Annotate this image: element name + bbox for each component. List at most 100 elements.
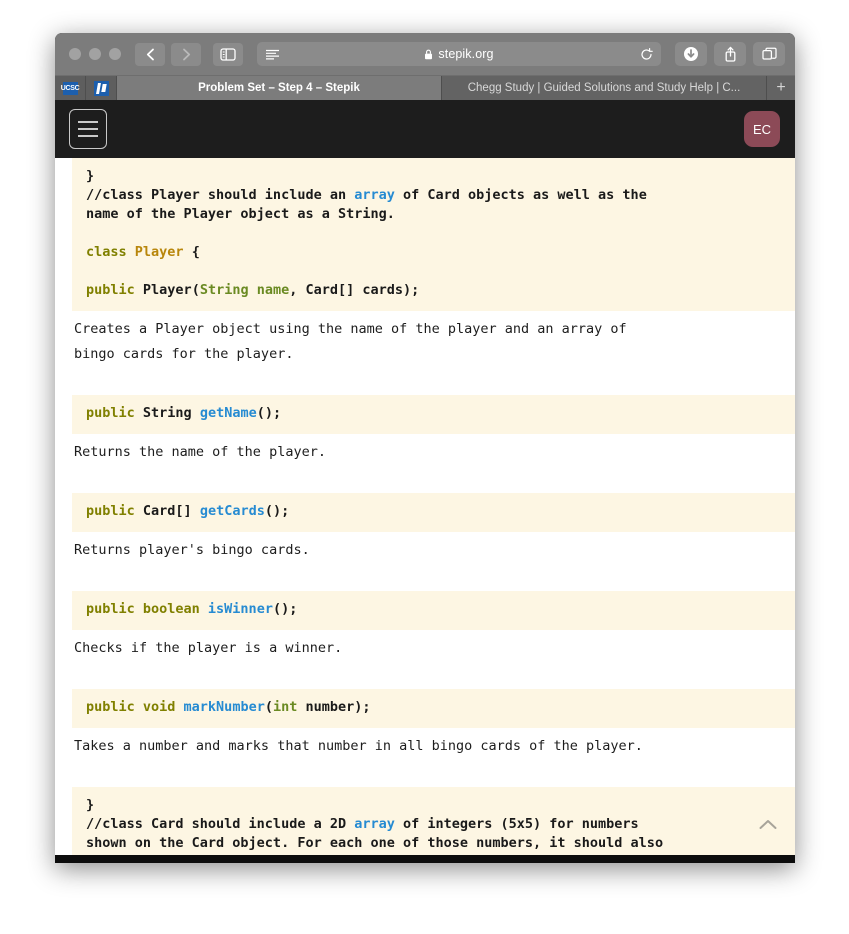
prose-line: Takes a number and marks that number in … xyxy=(74,734,782,759)
code-token: public void xyxy=(86,699,184,715)
get-name-signature-block: public String getName(); xyxy=(72,395,795,434)
hamburger-menu-icon[interactable] xyxy=(69,109,107,149)
block-spacer xyxy=(56,373,795,395)
code-token: of Card objects as well as the xyxy=(395,187,647,203)
reader-view-button[interactable] xyxy=(265,49,280,60)
ucsc-favicon: UCSC xyxy=(63,82,78,95)
block-spacer xyxy=(56,667,795,689)
code-line: //class Card should include a 2D array o… xyxy=(86,815,781,834)
reload-button[interactable] xyxy=(640,48,653,61)
reload-icon xyxy=(640,48,653,61)
code-token: Player xyxy=(135,244,184,260)
chevron-left-icon xyxy=(146,48,155,61)
lock-icon xyxy=(424,49,433,60)
code-token: (); xyxy=(273,601,297,617)
get-cards-description: Returns player's bingo cards. xyxy=(56,532,795,569)
code-token: class xyxy=(86,244,135,260)
code-line xyxy=(86,262,781,281)
code-token: String name xyxy=(200,282,289,298)
mark-number-signature-block: public void markNumber(int number); xyxy=(72,689,795,728)
mark-number-description: Takes a number and marks that number in … xyxy=(56,728,795,765)
share-button[interactable] xyxy=(714,42,746,66)
window-bottom-edge xyxy=(55,855,795,863)
code-line: public boolean isWinner(); xyxy=(86,600,781,619)
code-token: public boolean xyxy=(86,601,208,617)
code-token: Card[] xyxy=(143,503,200,519)
chevron-right-icon xyxy=(182,48,191,61)
address-url-text: stepik.org xyxy=(438,47,493,61)
code-token: ( xyxy=(265,699,273,715)
code-token: String xyxy=(143,405,200,421)
user-avatar[interactable]: EC xyxy=(744,111,780,147)
minimize-window-button[interactable] xyxy=(89,48,101,60)
code-token: name of the Player object as a String. xyxy=(86,206,395,222)
code-token: isWinner xyxy=(208,601,273,617)
tab-bar: UCSC Problem Set – Step 4 – Stepik Chegg… xyxy=(55,76,795,100)
is-winner-signature-block: public boolean isWinner(); xyxy=(72,591,795,630)
tab-overview-button[interactable] xyxy=(753,42,785,66)
sidebar-toggle-icon xyxy=(220,48,236,61)
sidebar-toggle-button[interactable] xyxy=(213,43,243,66)
scroll-to-top-button[interactable] xyxy=(757,813,779,835)
code-line: public String getName(); xyxy=(86,404,781,423)
address-bar-content: stepik.org xyxy=(257,47,661,61)
downloads-button[interactable] xyxy=(675,42,707,66)
hamburger-bar xyxy=(78,128,98,130)
chevron-up-icon xyxy=(759,819,777,830)
code-token: shown on the Card object. For each one o… xyxy=(86,835,663,851)
toolbar-right-buttons xyxy=(675,42,785,66)
download-icon xyxy=(683,46,699,62)
get-name-description: Returns the name of the player. xyxy=(56,434,795,471)
code-line xyxy=(86,224,781,243)
site-header: EC xyxy=(55,100,795,158)
code-token: (); xyxy=(257,405,281,421)
player-constructor-description: Creates a Player object using the name o… xyxy=(56,311,795,373)
content-blocks: }//class Player should include an array … xyxy=(56,158,795,863)
code-token: (); xyxy=(265,503,289,519)
block-spacer xyxy=(56,471,795,493)
code-token: markNumber xyxy=(184,699,265,715)
prose-line: Creates a Player object using the name o… xyxy=(74,317,782,342)
code-line: } xyxy=(86,796,781,815)
maximize-window-button[interactable] xyxy=(109,48,121,60)
code-line: class Player { xyxy=(86,243,781,262)
code-token: public xyxy=(86,282,143,298)
close-window-button[interactable] xyxy=(69,48,81,60)
code-token: int xyxy=(273,699,297,715)
window-traffic-lights[interactable] xyxy=(69,48,121,60)
code-token: , Card[] cards); xyxy=(289,282,419,298)
get-cards-signature-block: public Card[] getCards(); xyxy=(72,493,795,532)
tab-overview-icon xyxy=(762,47,777,62)
code-token: ( xyxy=(192,282,200,298)
code-token: //class Card should include a 2D xyxy=(86,816,354,832)
new-tab-button[interactable]: + xyxy=(767,76,795,100)
page-content[interactable]: }//class Player should include an array … xyxy=(55,158,795,863)
code-token: array xyxy=(354,187,395,203)
prose-line: Returns the name of the player. xyxy=(74,440,782,465)
prose-line: bingo cards for the player. xyxy=(74,342,782,367)
code-line: public Player(String name, Card[] cards)… xyxy=(86,281,781,300)
code-token: public xyxy=(86,405,143,421)
prose-line: Returns player's bingo cards. xyxy=(74,538,782,563)
back-button[interactable] xyxy=(135,43,165,66)
pinned-tab-stepik[interactable] xyxy=(86,76,117,100)
code-token: } xyxy=(86,168,94,184)
code-line: public void markNumber(int number); xyxy=(86,698,781,717)
block-spacer xyxy=(56,569,795,591)
tab-problem-set[interactable]: Problem Set – Step 4 – Stepik xyxy=(117,76,442,100)
hamburger-bar xyxy=(78,121,98,123)
share-icon xyxy=(724,46,737,62)
navigation-buttons xyxy=(135,43,201,66)
forward-button[interactable] xyxy=(171,43,201,66)
screen-root: stepik.org xyxy=(0,0,849,934)
browser-toolbar: stepik.org xyxy=(55,33,795,76)
hamburger-bar xyxy=(78,135,98,137)
address-bar[interactable]: stepik.org xyxy=(257,42,661,66)
code-line: name of the Player object as a String. xyxy=(86,205,781,224)
tab-chegg-study[interactable]: Chegg Study | Guided Solutions and Study… xyxy=(442,76,767,100)
pinned-tab-ucsc[interactable]: UCSC xyxy=(55,76,86,100)
is-winner-description: Checks if the player is a winner. xyxy=(56,630,795,667)
code-token: getName xyxy=(200,405,257,421)
code-token: array xyxy=(354,816,395,832)
stepik-favicon xyxy=(94,81,109,96)
